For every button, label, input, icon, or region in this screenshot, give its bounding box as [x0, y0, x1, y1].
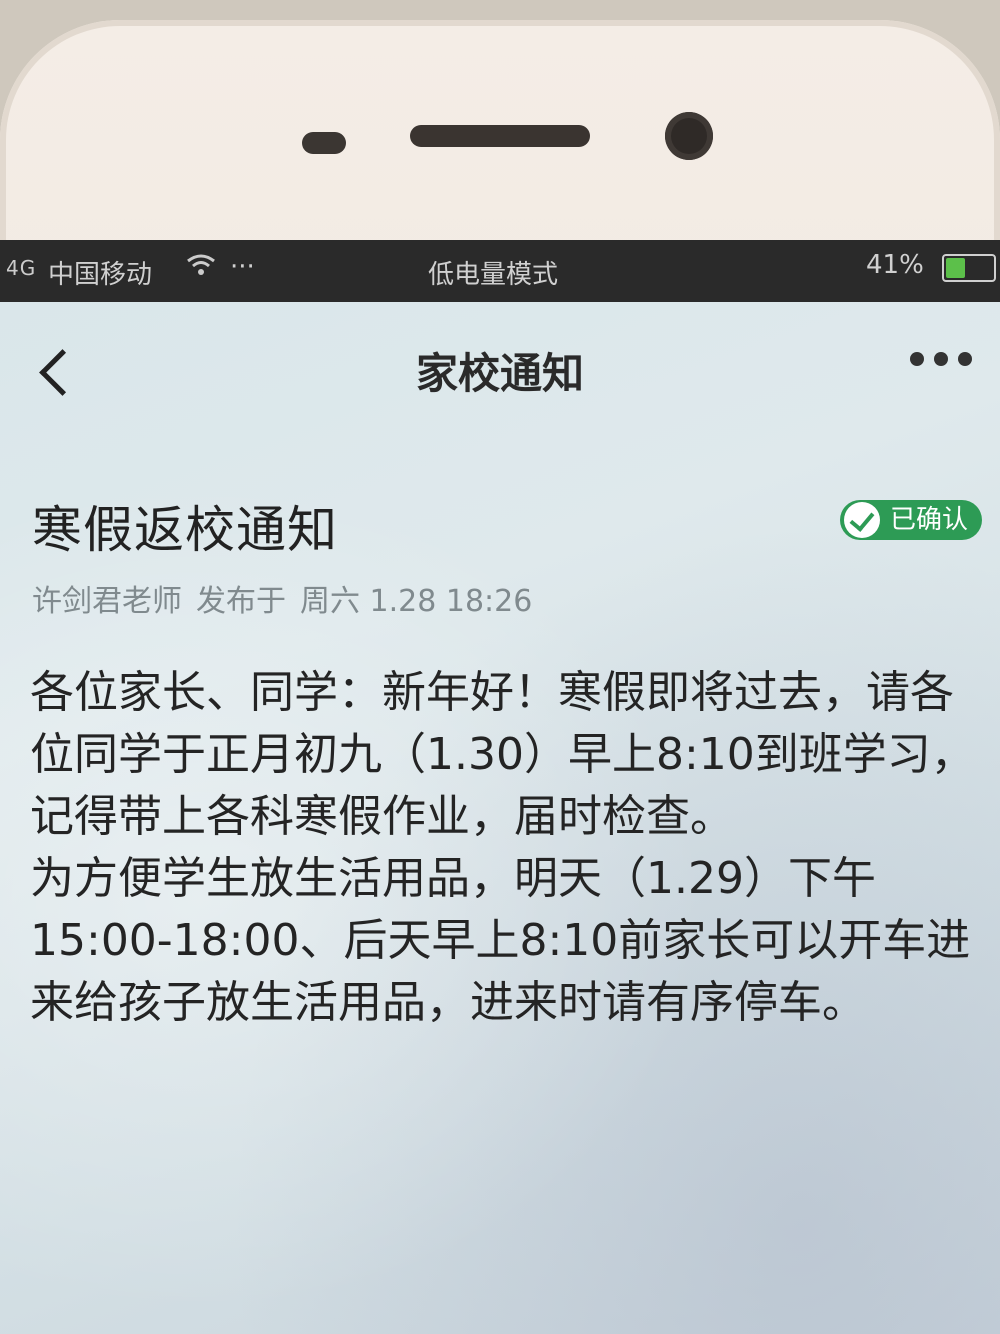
published-time: 周六 1.28 18:26	[300, 584, 533, 619]
battery-level-fill	[946, 258, 965, 278]
notice-meta: 许剑君老师 发布于 周六 1.28 18:26	[32, 576, 546, 620]
notice-paragraph: 为方便学生放生活用品，明天（1.29）下午15:00-18:00、后天早上8:1…	[30, 853, 971, 1028]
published-label: 发布于	[196, 584, 286, 619]
low-power-mode-label: 低电量模式	[428, 260, 559, 290]
check-circle-icon	[844, 502, 880, 538]
notice-title: 寒假返校通知	[32, 501, 338, 559]
signal-icon: 4G	[6, 256, 37, 280]
status-badge-label: 已确认	[890, 505, 969, 535]
notice-body: 各位家长、同学：新年好！寒假即将过去，请各位同学于正月初九（1.30）早上8:1…	[30, 662, 990, 1034]
carrier-name: 中国移动	[48, 260, 153, 290]
more-options-button[interactable]	[904, 348, 984, 372]
author-name: 许剑君老师	[32, 584, 182, 619]
more-dot	[910, 352, 924, 366]
battery-percent: 41%	[866, 250, 924, 280]
front-camera	[665, 112, 713, 160]
battery-icon	[942, 254, 996, 282]
status-bar: 4G 中国移动 ··· 低电量模式 41%	[0, 240, 1000, 302]
status-more-indicator: ···	[230, 252, 255, 282]
notice-paragraph: 各位家长、同学：新年好！寒假即将过去，请各位同学于正月初九（1.30）早上8:1…	[30, 667, 975, 842]
more-dot	[958, 352, 972, 366]
navigation-bar: 家校通知	[0, 302, 1000, 422]
earpiece-speaker	[410, 125, 590, 147]
page-title: 家校通知	[415, 349, 584, 398]
status-badge: 已确认	[840, 500, 983, 540]
wifi-icon	[186, 252, 216, 285]
more-dot	[934, 352, 948, 366]
proximity-sensor	[302, 132, 346, 154]
phone-screen: 4G 中国移动 ··· 低电量模式 41% 家校通知 寒假返校通知 已确认 许剑…	[0, 240, 1000, 1334]
